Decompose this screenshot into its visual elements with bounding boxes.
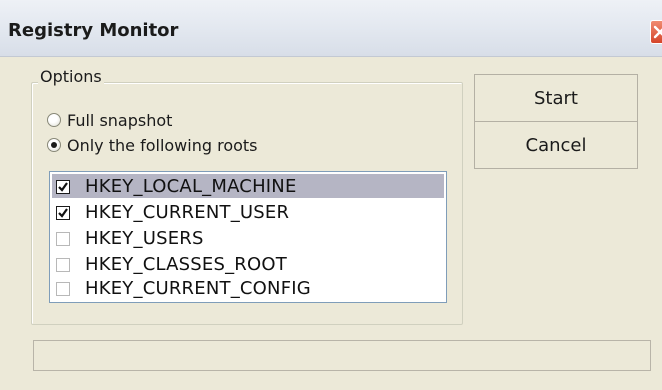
list-item-label: HKEY_CURRENT_CONFIG — [85, 278, 311, 299]
radio-label: Full snapshot — [67, 111, 173, 130]
checkbox[interactable] — [56, 282, 70, 296]
checkmark-icon — [58, 208, 68, 218]
list-item-label: HKEY_LOCAL_MACHINE — [85, 176, 297, 197]
radio-label: Only the following roots — [67, 136, 258, 155]
checkmark-icon — [58, 182, 68, 192]
close-icon — [653, 25, 662, 39]
radio-button[interactable] — [47, 138, 61, 152]
radio-button[interactable] — [47, 113, 61, 127]
checkbox[interactable] — [56, 180, 70, 194]
list-item-hkey-classes-root[interactable]: HKEY_CLASSES_ROOT — [52, 252, 444, 276]
list-item-hkey-current-config[interactable]: HKEY_CURRENT_CONFIG — [52, 276, 444, 300]
list-item-label: HKEY_USERS — [85, 228, 204, 249]
roots-listbox[interactable]: HKEY_LOCAL_MACHINE HKEY_CURRENT_USER HKE… — [49, 171, 447, 303]
title-bar[interactable]: Registry Monitor — [0, 0, 662, 57]
list-item-label: HKEY_CURRENT_USER — [85, 202, 290, 223]
checkbox[interactable] — [56, 206, 70, 220]
list-item-hkey-current-user[interactable]: HKEY_CURRENT_USER — [52, 200, 444, 224]
checkbox[interactable] — [56, 258, 70, 272]
cancel-button[interactable]: Cancel — [474, 121, 638, 169]
list-item-label: HKEY_CLASSES_ROOT — [85, 254, 287, 275]
close-button[interactable] — [650, 20, 662, 44]
window-title: Registry Monitor — [8, 20, 179, 41]
list-item-hkey-users[interactable]: HKEY_USERS — [52, 226, 444, 250]
start-button[interactable]: Start — [474, 74, 638, 122]
status-bar — [33, 340, 651, 371]
list-item-hkey-local-machine[interactable]: HKEY_LOCAL_MACHINE — [52, 174, 444, 198]
options-label: Options — [38, 67, 104, 86]
radio-dot — [51, 142, 57, 148]
checkbox[interactable] — [56, 232, 70, 246]
